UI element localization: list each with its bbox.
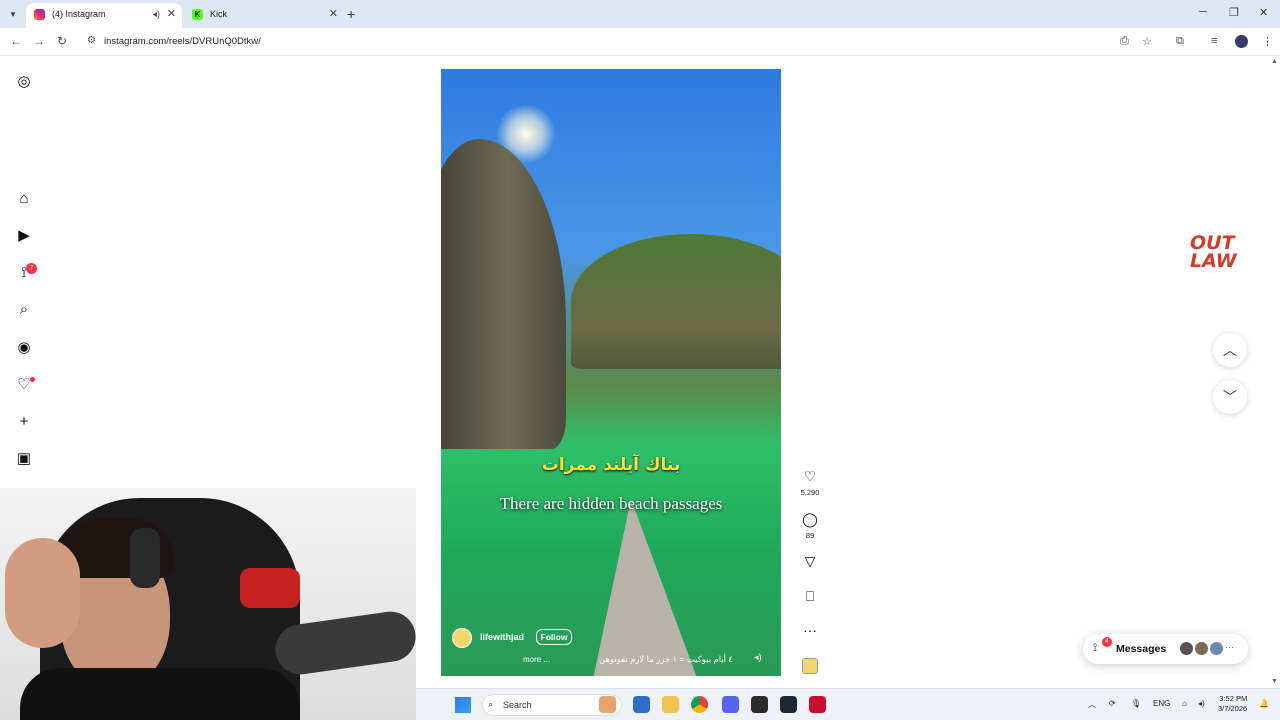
file-explorer-icon[interactable] [662,696,679,713]
store-icon[interactable] [633,696,650,713]
time: 3:52 PM [1219,694,1248,703]
messages-icon: ⟟ [1093,642,1098,654]
close-tab-icon[interactable]: ✕ [329,3,338,25]
author-username[interactable]: lifewithjad [480,632,524,642]
streamer-shirt [20,668,300,720]
search-highlight-icon[interactable] [599,696,616,713]
streamer-hand [5,538,80,648]
author-avatar[interactable] [452,628,472,648]
taskbar: Search ⌕ ︿ ⟳ 🎙 ENG ⌂ ◂) 3:52 PM 3/7/2026… [416,688,1280,720]
boat-bow [591,499,701,676]
arabic-caption: بناك آيلند ممرات [541,455,681,475]
messages-badge: 4 [1102,637,1112,647]
discord-icon[interactable] [722,696,739,713]
tab-search-icon[interactable]: ▾ [6,7,20,21]
english-caption: There are hidden beach passages [499,494,723,513]
tab-strip: ▾ (4) Instagram ◂) ✕ K Kick ✕ + ─ ❐ ✕ [0,0,1280,28]
create-icon[interactable]: + [15,413,33,431]
clock[interactable]: 3:52 PM 3/7/2026 [1218,694,1247,714]
comment-count: 89 [805,531,815,540]
contact-avatar [1209,641,1224,656]
more-link[interactable]: more ... [523,655,550,664]
search-icon: ⌕ [488,699,494,709]
date: 3/7/2026 [1218,704,1248,713]
extensions-icon[interactable]: ⧉ [1176,35,1184,48]
cliff-right [571,234,781,369]
kick-favicon-icon: K [192,9,203,20]
notification-badge: 7 [26,263,37,274]
steam-icon[interactable] [780,696,797,713]
cliff-left [441,139,566,449]
outlaw-logo: OUT LAW [1190,234,1237,272]
speaker-icon[interactable]: ◂) [152,3,160,25]
install-app-icon[interactable]: ⎙ [1120,35,1129,48]
close-window-button[interactable]: ✕ [1259,6,1268,19]
logo-line-2: LAW [1190,250,1237,272]
explore-icon[interactable]: ◉ [15,339,33,357]
forward-button[interactable]: → [33,34,45,48]
instagram-favicon-icon [34,9,45,20]
chrome-icon[interactable] [691,696,708,713]
bookmark-star-icon[interactable]: ☆ [1142,35,1152,48]
more-contacts-icon: ··· [1225,642,1234,652]
share-icon[interactable]: ▽ [801,552,819,570]
volume-icon[interactable]: ◂) [754,652,762,663]
reels-icon[interactable]: ▶ [15,227,33,245]
new-tab-button[interactable]: + [347,6,355,22]
restore-button[interactable]: ❐ [1229,6,1239,19]
tray-expand-icon[interactable]: ︿ [1088,699,1096,710]
messages-button[interactable]: ⟟ 4 Messages ··· [1083,634,1248,664]
more-options-icon[interactable]: ··· [801,621,819,639]
dashboard-icon[interactable]: ▣ [15,450,33,468]
previous-reel-button[interactable]: ︿ [1213,333,1247,367]
reel-description: ٤ أيام ببوكيت = ١ جزر ما لازم تفوتوهن [598,654,733,664]
notification-bell-icon[interactable]: 🔔 [1259,699,1269,708]
reload-button[interactable]: ↻ [57,34,67,48]
contact-avatar [1194,641,1209,656]
save-icon[interactable]: ⎕ [801,587,819,605]
address-bar-row: ← → ↻ ⚙ instagram.com/reels/DVRUnQ0Dtkw/… [0,28,1280,56]
language-indicator[interactable]: ENG [1153,699,1170,708]
activity-dot [30,377,35,382]
windows-start-icon[interactable] [455,697,471,713]
close-tab-icon[interactable]: ✕ [167,3,176,25]
like-icon[interactable]: ♡ [801,467,819,485]
like-count: 5,290 [800,488,820,497]
tab-title: Kick [210,9,228,19]
follow-button[interactable]: Follow [536,629,572,645]
scroll-down-arrow[interactable]: ▼ [1271,678,1278,685]
site-info-icon[interactable]: ⚙ [87,35,96,46]
app-icon[interactable] [809,696,826,713]
contact-avatar [1179,641,1194,656]
audio-thumbnail[interactable] [802,658,818,674]
menu-icon[interactable]: ⋮ [1262,35,1273,48]
scroll-up-arrow[interactable]: ▲ [1271,58,1278,65]
volume-icon[interactable]: ◂) [1198,699,1205,708]
tab-title: (4) Instagram [52,9,106,19]
sync-icon[interactable]: ⟳ [1109,699,1116,708]
comment-icon[interactable]: ◯ [801,510,819,528]
next-reel-button[interactable]: ﹀ [1213,380,1247,414]
url-field[interactable]: instagram.com/reels/DVRUnQ0Dtkw/ [104,36,261,47]
media-control-icon[interactable]: ≡ [1211,35,1217,47]
messages-label: Messages [1116,643,1167,655]
profile-avatar[interactable] [1235,35,1248,48]
webcam-overlay [0,488,416,720]
reel-video[interactable]: بناك آيلند ممرات There are hidden beach … [441,69,781,676]
headset [130,528,160,588]
instagram-logo-icon[interactable]: ◎ [15,73,33,91]
tab-instagram[interactable]: (4) Instagram ◂) ✕ [26,3,182,28]
search-icon[interactable]: ⌕ [15,301,33,319]
chair-accent [240,568,300,608]
mic-icon[interactable]: 🎙 [1131,699,1141,708]
terminal-icon[interactable] [751,696,768,713]
network-icon[interactable]: ⌂ [1182,699,1187,708]
minimize-button[interactable]: ─ [1199,6,1207,18]
home-icon[interactable]: ⌂ [15,190,33,208]
back-button[interactable]: ← [10,34,22,48]
tab-kick[interactable]: K Kick ✕ [184,3,344,28]
